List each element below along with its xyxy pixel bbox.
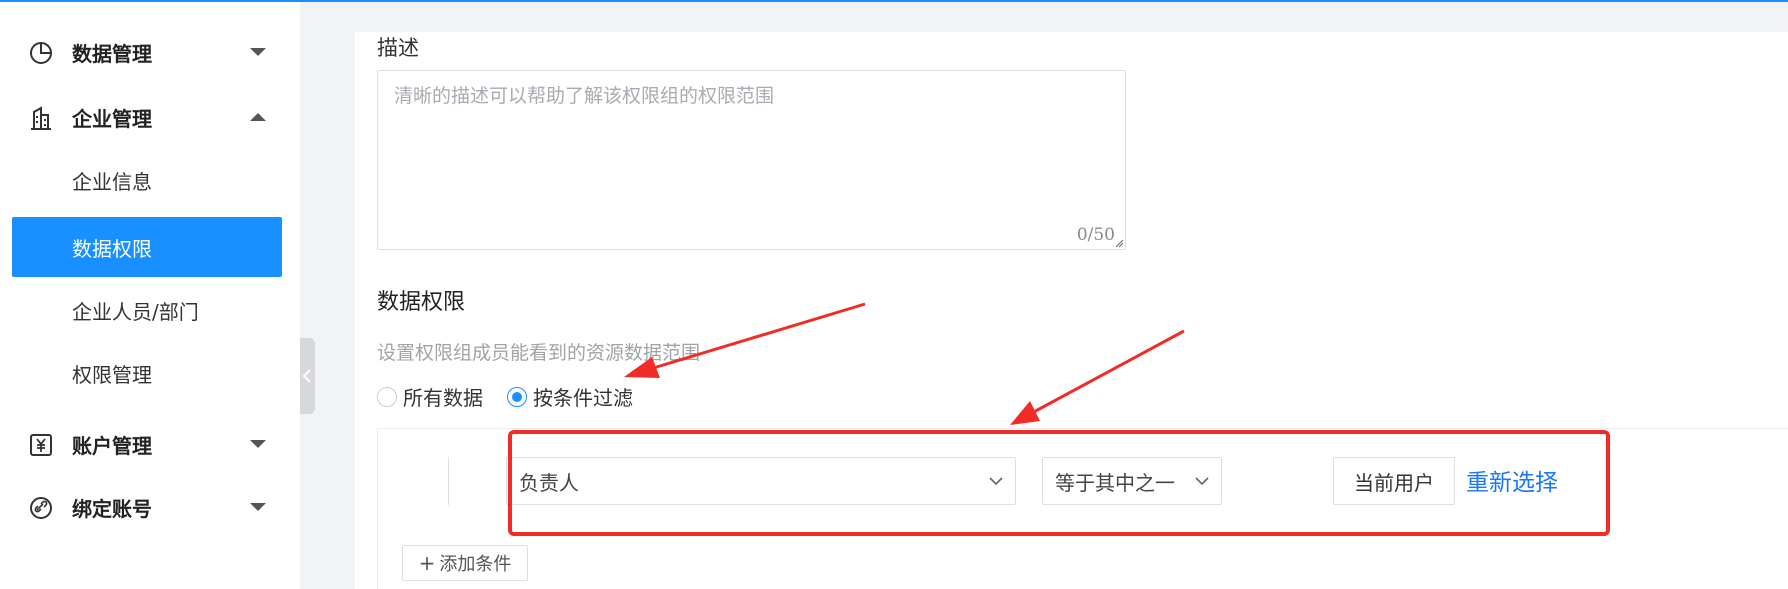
section-title: 数据权限 <box>377 290 466 315</box>
building-icon <box>31 106 51 130</box>
main-content: 描述 0/50 数据权限 设置权限组成员能看到的资源数据范围 所有数据 按条件过… <box>355 32 1788 589</box>
sidebar-subitem-permission-management[interactable]: 权限管理 <box>12 343 282 403</box>
sidebar-item-data-management[interactable]: 数据管理 <box>0 22 300 82</box>
sidebar-item-enterprise-management[interactable]: 企业管理 <box>0 87 300 147</box>
radio-circle[interactable] <box>507 386 527 407</box>
radio-label: 所有数据 <box>403 386 483 410</box>
caret-down-icon <box>250 503 266 511</box>
caret-down-icon <box>250 440 266 448</box>
section-hint: 设置权限组成员能看到的资源数据范围 <box>377 342 701 364</box>
current-user-button[interactable]: 当前用户 <box>1333 457 1455 505</box>
sidebar-item-account-management[interactable]: 账户管理 <box>0 414 300 474</box>
sidebar-item-label: 企业管理 <box>72 106 152 131</box>
caret-up-icon <box>250 113 266 121</box>
condition-area: 负责人 等于其中之一 当前用户 重新选择 + 添加条件 <box>377 428 1788 589</box>
chevron-left-icon <box>302 369 311 383</box>
condition-divider <box>448 457 449 505</box>
reselect-link[interactable]: 重新选择 <box>1466 463 1558 497</box>
sidebar-subitem-label: 权限管理 <box>72 362 152 387</box>
add-condition-button[interactable]: + 添加条件 <box>402 545 528 581</box>
caret-down-icon <box>250 48 266 56</box>
plus-icon: + <box>418 551 436 575</box>
description-label: 描述 <box>377 36 419 60</box>
sidebar-subitem-label: 企业信息 <box>72 169 152 194</box>
sidebar-subitem-label: 企业人员/部门 <box>72 299 199 324</box>
field-select-value: 负责人 <box>519 470 579 495</box>
radio-circle[interactable] <box>377 386 397 407</box>
radio-all-data[interactable]: 所有数据 <box>377 382 483 411</box>
radio-label: 按条件过滤 <box>533 386 633 410</box>
chevron-down-icon <box>989 477 1003 486</box>
operator-select-value: 等于其中之一 <box>1055 470 1175 495</box>
sidebar-subitem-enterprise-info[interactable]: 企业信息 <box>12 150 282 210</box>
sidebar-subitem-label: 数据权限 <box>72 236 152 261</box>
sidebar: 数据管理 企业管理 企业信息 数据权限 企业人员/部门 权限管理 账户管理 绑定… <box>0 2 300 589</box>
description-box: 0/50 <box>377 70 1126 250</box>
yen-icon <box>30 434 52 456</box>
sidebar-subitem-staff-department[interactable]: 企业人员/部门 <box>12 280 282 340</box>
link-icon <box>30 497 52 519</box>
sidebar-item-bind-account[interactable]: 绑定账号 <box>0 477 300 537</box>
char-counter: 0/50 <box>1076 225 1115 245</box>
sidebar-item-label: 数据管理 <box>72 41 152 66</box>
resize-grip-icon[interactable] <box>1114 238 1124 248</box>
description-textarea[interactable] <box>378 71 1125 249</box>
field-select[interactable]: 负责人 <box>506 457 1016 505</box>
radio-filter-by-condition[interactable]: 按条件过滤 <box>507 382 633 411</box>
sidebar-collapse-handle[interactable] <box>300 338 315 414</box>
sidebar-subitem-data-permission[interactable]: 数据权限 <box>12 217 282 277</box>
operator-select[interactable]: 等于其中之一 <box>1042 457 1222 505</box>
add-condition-label: 添加条件 <box>439 554 512 575</box>
sidebar-item-label: 账户管理 <box>72 433 152 458</box>
chevron-down-icon <box>1195 477 1209 486</box>
pie-chart-icon <box>30 42 52 64</box>
sidebar-item-label: 绑定账号 <box>72 496 152 521</box>
